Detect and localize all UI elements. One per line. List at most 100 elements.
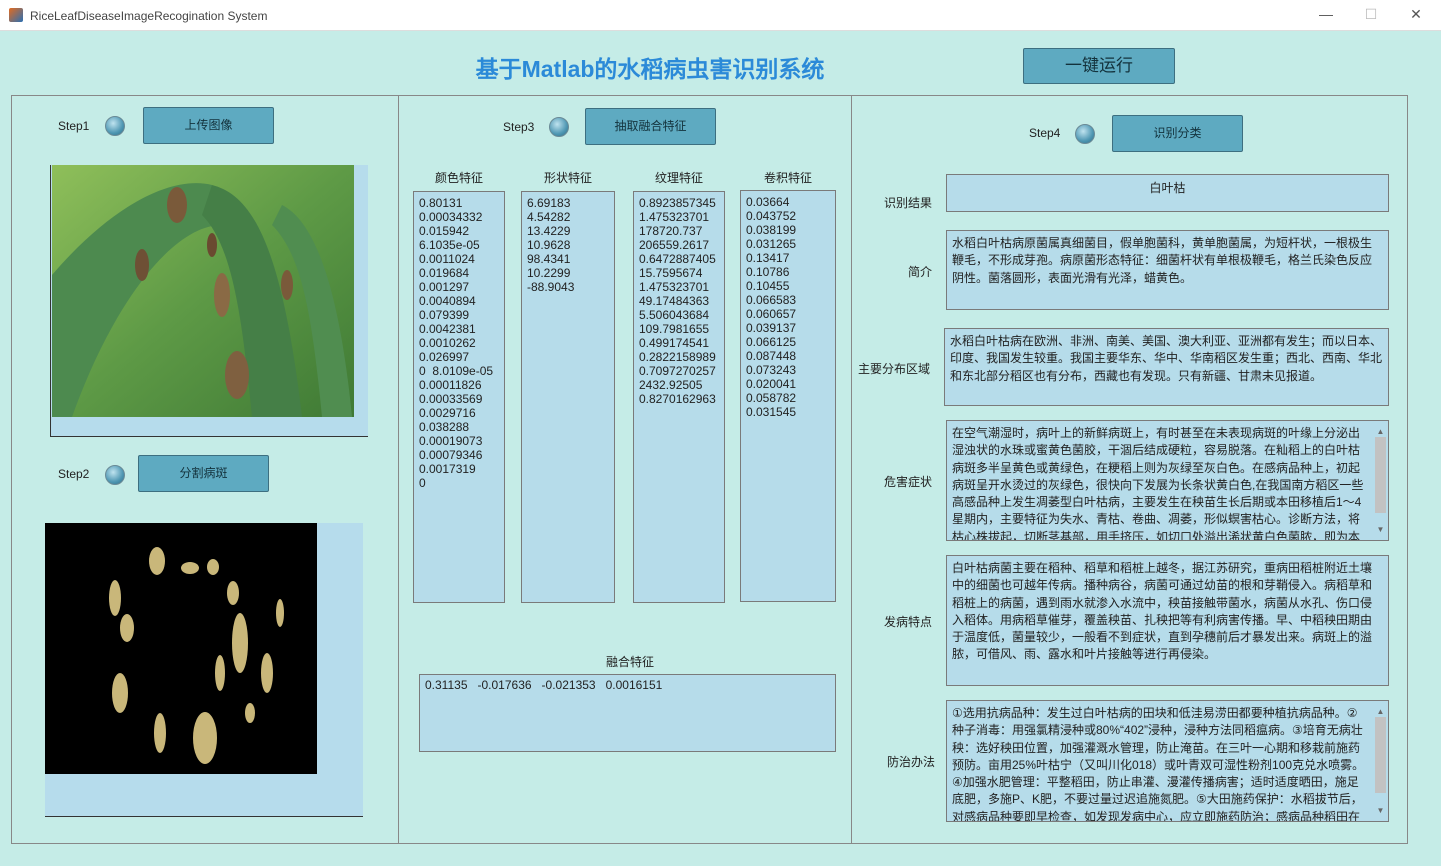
segmented-lesion-image	[45, 523, 317, 774]
scroll-thumb[interactable]	[1375, 437, 1386, 513]
feature-value: 0.031545	[746, 405, 797, 419]
segmented-image-axes	[45, 523, 363, 817]
feature-value: 0.073243	[746, 363, 797, 377]
feature-value: 1.475323701	[639, 210, 710, 224]
fusion-feature-label: 融合特征	[606, 655, 655, 669]
feature-value: 0.060657	[746, 307, 797, 321]
feature-list[interactable]: 0.03664 0.043752 0.038199 0.031265 0.13417 0.…	[740, 190, 836, 602]
run-all-button[interactable]: 一键运行	[1023, 48, 1175, 84]
symptom-text[interactable]: 在空气潮湿时，病叶上的新鲜病斑上，有时甚至在未表现病斑的叶缘上分泌出湿浊状的水珠…	[946, 420, 1389, 541]
feature-value: 0.038288	[419, 420, 470, 434]
feature-value: 206559.2617	[639, 238, 710, 252]
intro-label: 简介	[907, 265, 932, 279]
feature-value: 0.00019073	[419, 434, 483, 448]
scroll-down-icon[interactable]: ▼	[1373, 521, 1388, 538]
rice-leaf-photo	[52, 165, 354, 417]
feature-value: 0.499174541	[639, 336, 710, 350]
scrollbar[interactable]: ▲ ▼	[1373, 701, 1388, 821]
feature-value: 6.1035e-05	[419, 238, 480, 252]
classify-button[interactable]: 识别分类	[1112, 115, 1243, 152]
feature-value: 0.019684	[419, 266, 470, 280]
feature-value: 0.039137	[746, 321, 797, 335]
feature-value: 0.00034332	[419, 210, 483, 224]
minimize-button[interactable]: —	[1316, 6, 1336, 22]
step3-label: Step3	[503, 120, 535, 134]
window-title: RiceLeafDiseaseImageRecogination System	[30, 9, 268, 23]
feature-column-header: 纹理特征	[654, 171, 703, 185]
region-label: 主要分布区域	[857, 362, 930, 376]
extract-features-button[interactable]: 抽取融合特征	[585, 108, 716, 145]
feature-value: 13.4229	[527, 224, 571, 238]
feature-value: 6.69183	[527, 196, 571, 210]
step4-label: Step4	[1029, 126, 1061, 140]
feature-list[interactable]: 6.69183 4.54282 13.4229 10.9628 98.4341 10.22…	[521, 191, 615, 603]
scroll-thumb[interactable]	[1375, 717, 1386, 793]
feature-value: 15.7595674	[639, 266, 703, 280]
feature-list[interactable]: 0.8923857345 1.475323701 178720.737 206559.…	[633, 191, 725, 603]
feature-label: 发病特点	[883, 615, 932, 629]
feature-value: 0.066583	[746, 293, 797, 307]
step3-lamp	[549, 117, 569, 137]
matlab-app-icon	[9, 8, 23, 22]
symptom-content: 在空气潮湿时，病叶上的新鲜病斑上，有时甚至在未表现病斑的叶缘上分泌出湿浊状的水珠…	[952, 426, 1364, 541]
maximize-button[interactable]: ☐	[1361, 6, 1381, 23]
control-label: 防治办法	[886, 755, 935, 769]
symptom-label: 危害症状	[883, 475, 932, 489]
feature-list[interactable]: 0.80131 0.00034332 0.015942 6.1035e-05 0.001…	[413, 191, 505, 603]
scroll-down-icon[interactable]: ▼	[1373, 802, 1388, 819]
feature-value: 0.058782	[746, 391, 797, 405]
feature-value: 0.026997	[419, 350, 470, 364]
feature-value: 0.043752	[746, 209, 797, 223]
feature-text[interactable]: 白叶枯病菌主要在稻种、稻草和稻桩上越冬，据江苏研究，重病田稻桩附近土壤中的细菌也…	[946, 555, 1389, 686]
feature-value: 0.10455	[746, 279, 790, 293]
close-button[interactable]: ✕	[1406, 6, 1426, 23]
feature-value: 0.03664	[746, 195, 790, 209]
feature-value: 0.087448	[746, 349, 797, 363]
fusion-feature-box[interactable]: 0.31135 -0.017636 -0.021353 0.0016151	[419, 674, 836, 752]
feature-value: 0.001297	[419, 280, 470, 294]
feature-value: 0.13417	[746, 251, 790, 265]
feature-column-header: 颜色特征	[434, 171, 483, 185]
feature-value: 4.54282	[527, 210, 571, 224]
feature-value: 0	[419, 476, 426, 490]
control-content: ①选用抗病品种：发生过白叶枯病的田块和低洼易涝田都要种植抗病品种。②种子消毒：用…	[952, 706, 1365, 822]
feature-value: 0.0017319	[419, 462, 476, 476]
title-bar: RiceLeafDiseaseImageRecogination System …	[0, 0, 1441, 31]
feature-value: 0.079399	[419, 308, 470, 322]
feature-value: 0.0040894	[419, 294, 476, 308]
feature-value: 10.9628	[527, 238, 571, 252]
feature-value: 0.031265	[746, 237, 797, 251]
upload-image-button[interactable]: 上传图像	[143, 107, 274, 144]
feature-value: 178720.737	[639, 224, 703, 238]
step1-lamp	[105, 116, 125, 136]
feature-value: 0.0029716	[419, 406, 476, 420]
divider	[398, 95, 399, 844]
feature-value: 0.8923857345	[639, 196, 716, 210]
feature-value: 0.80131	[419, 196, 463, 210]
original-image-axes	[50, 165, 368, 437]
feature-value: 2432.92505	[639, 378, 703, 392]
feature-value: 0.0042381	[419, 322, 476, 336]
scrollbar[interactable]: ▲ ▼	[1373, 421, 1388, 540]
feature-value: 0.066125	[746, 335, 797, 349]
intro-text[interactable]: 水稻白叶枯病原菌属真细菌目，假单胞菌科，黄单胞菌属，为短杆状，一根极生鞭毛，不形…	[946, 230, 1389, 310]
step2-label: Step2	[58, 467, 90, 481]
feature-value: 0.7097270257	[639, 364, 716, 378]
feature-value: 49.17484363	[639, 294, 710, 308]
feature-value: 0.00033569	[419, 392, 483, 406]
feature-value: 0.10786	[746, 265, 790, 279]
feature-value: 0.015942	[419, 224, 470, 238]
step1-label: Step1	[58, 119, 90, 133]
feature-column-header: 形状特征	[543, 171, 592, 185]
feature-value: 0.038199	[746, 223, 797, 237]
step2-lamp	[105, 465, 125, 485]
feature-value: 98.4341	[527, 252, 571, 266]
segment-lesion-button[interactable]: 分割病斑	[138, 455, 269, 492]
region-text[interactable]: 水稻白叶枯病在欧洲、非洲、南美、美国、澳大利亚、亚洲都有发生；而以日本、印度、我…	[944, 328, 1389, 406]
feature-value: 1.475323701	[639, 280, 710, 294]
feature-value: 0.6472887405	[639, 252, 716, 266]
feature-value: 0.2822158989	[639, 350, 716, 364]
result-field[interactable]: 白叶枯	[946, 174, 1389, 212]
feature-value: 0.8270162963	[639, 392, 716, 406]
control-text[interactable]: ①选用抗病品种：发生过白叶枯病的田块和低洼易涝田都要种植抗病品种。②种子消毒：用…	[946, 700, 1389, 822]
